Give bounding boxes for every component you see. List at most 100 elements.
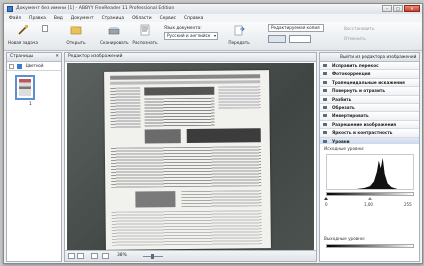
- page-banner: [144, 86, 215, 96]
- collapse-icon: [323, 139, 327, 143]
- doc-language-select[interactable]: Русский и английск ▾: [164, 32, 218, 40]
- image-canvas[interactable]: [67, 63, 314, 251]
- scanner-icon: [108, 27, 120, 35]
- input-white-value[interactable]: 255: [404, 202, 412, 207]
- close-icon[interactable]: ✕: [55, 53, 59, 61]
- new-task-icon: [18, 24, 29, 35]
- page-nav-strip: [110, 80, 261, 85]
- tool-label: Исправить перекос: [332, 63, 379, 68]
- tool-label: Разрешение изображения: [332, 121, 397, 127]
- send-button[interactable]: Передать: [227, 24, 251, 45]
- new-task-label: Новая задача: [8, 40, 38, 45]
- editor-header: Редактор изображений: [65, 53, 316, 62]
- menu-document[interactable]: Документ: [71, 16, 94, 21]
- input-gamma-value[interactable]: 1,00: [364, 202, 373, 207]
- fit-width-button[interactable]: [77, 253, 84, 259]
- tool-label: Фотокоррекция: [332, 71, 371, 77]
- expand-icon: [323, 131, 327, 135]
- main-toolbar: Новая задача Открыть Сканировать Распозн…: [4, 22, 422, 51]
- zoom-in-button[interactable]: [102, 253, 109, 259]
- menu-file[interactable]: Файл: [9, 16, 21, 21]
- menu-page[interactable]: Страница: [102, 16, 125, 21]
- tool-label: Трапецеидальные искажения: [332, 79, 405, 85]
- open-label: Открыть: [66, 40, 86, 45]
- expand-icon: [323, 114, 327, 118]
- scan-button[interactable]: Сканировать: [100, 24, 129, 45]
- editor-title: Редактор изображений: [68, 54, 123, 59]
- page-photo-2: [135, 191, 176, 208]
- chevron-down-icon: ▾: [213, 33, 216, 38]
- input-black-value[interactable]: 0: [325, 202, 328, 207]
- exit-image-editor-button[interactable]: Выйти из редактора изображений: [320, 53, 419, 62]
- tool-label: Обрезать: [332, 104, 355, 110]
- close-button[interactable]: ✕: [404, 5, 420, 12]
- send-label: Передать: [228, 40, 250, 45]
- tool-photo-correction[interactable]: Фотокоррекция: [320, 70, 419, 79]
- page-caption-text: [181, 190, 262, 208]
- page-right-column: [218, 86, 261, 109]
- editor-statusbar: 38%: [65, 250, 316, 261]
- menu-view[interactable]: Вид: [54, 16, 63, 21]
- levels-histogram: [326, 154, 414, 190]
- tool-rotate-flip[interactable]: Повернуть и отразить: [320, 87, 419, 96]
- expand-icon: [323, 72, 327, 76]
- restore-option[interactable]: Восстановить: [344, 26, 374, 31]
- tool-label: Инвертировать: [332, 113, 369, 119]
- page-thumbnail-image: [19, 79, 31, 96]
- minimize-button[interactable]: –: [382, 5, 392, 12]
- pages-panel-header: Страницы ✕: [7, 53, 61, 62]
- zoom-slider-handle[interactable]: [151, 254, 154, 259]
- tool-split[interactable]: Разбить: [320, 95, 419, 104]
- tool-trapezoid[interactable]: Трапецеидальные искажения: [320, 78, 419, 88]
- view-toggle-button[interactable]: [268, 35, 286, 43]
- input-black-slider[interactable]: [324, 197, 328, 200]
- expand-icon: [323, 64, 327, 67]
- menu-help[interactable]: Справка: [184, 16, 203, 21]
- mode-value: Редактируемая копия: [271, 25, 320, 30]
- output-gradient-bar: [326, 244, 414, 248]
- input-gamma-slider[interactable]: [368, 197, 372, 200]
- recognize-button[interactable]: Распознать: [132, 24, 158, 45]
- pages-subheader: Цветной: [7, 62, 61, 71]
- menu-edit[interactable]: Правка: [29, 16, 46, 21]
- tool-label: Яркость и контрастность: [332, 130, 393, 136]
- tool-label: Разбить: [332, 96, 352, 102]
- send-document-icon: [234, 25, 245, 36]
- input-white-slider[interactable]: [412, 197, 416, 200]
- page-ad-banner: [186, 128, 261, 144]
- page-number: 1: [29, 102, 32, 107]
- doc-language-label: Язык документа:: [164, 25, 202, 30]
- recognize-label: Распознать: [132, 40, 158, 45]
- image-editor: Редактор изображений 38%: [64, 52, 317, 262]
- window-controls: – □ ✕: [382, 5, 420, 12]
- menu-tools[interactable]: Сервис: [160, 16, 176, 21]
- fit-page-button[interactable]: [68, 253, 75, 259]
- color-mode-label: Цветной: [25, 63, 44, 68]
- maximize-button[interactable]: □: [393, 5, 403, 12]
- tool-deskew[interactable]: Исправить перекос: [320, 62, 419, 71]
- open-button[interactable]: Открыть: [64, 24, 88, 45]
- page-footer-text: [111, 210, 262, 246]
- tool-brightness-contrast[interactable]: Яркость и контрастность: [320, 129, 419, 138]
- zoom-level[interactable]: 38%: [117, 253, 127, 258]
- page-thumbnail[interactable]: [15, 75, 35, 100]
- menu-areas[interactable]: Области: [132, 16, 152, 21]
- tool-crop[interactable]: Обрезать: [320, 103, 419, 113]
- cancel-option[interactable]: Отменить: [344, 36, 366, 41]
- tool-label: Повернуть и отразить: [332, 88, 385, 94]
- app-window: Документ без имени [1] - ABBYY FineReade…: [3, 3, 423, 264]
- tool-resolution[interactable]: Разрешение изображения: [320, 120, 419, 130]
- expand-icon: [323, 105, 327, 109]
- doc-language-value: Русский и английск: [167, 33, 211, 38]
- output-levels-label: Выходные уровни:: [324, 236, 366, 241]
- zoom-out-button[interactable]: [91, 253, 98, 259]
- new-task-button[interactable]: Новая задача: [8, 24, 38, 45]
- tool-invert[interactable]: Инвертировать: [320, 112, 419, 121]
- mode-select[interactable]: Редактируемая копия: [268, 24, 324, 32]
- page-article-text: [144, 97, 215, 127]
- task-dropdown-icon[interactable]: [42, 25, 48, 32]
- page-layout-button[interactable]: [289, 35, 311, 43]
- expand-icon: [323, 97, 327, 101]
- expand-icon: [323, 89, 327, 93]
- checkbox-icon[interactable]: [9, 63, 14, 69]
